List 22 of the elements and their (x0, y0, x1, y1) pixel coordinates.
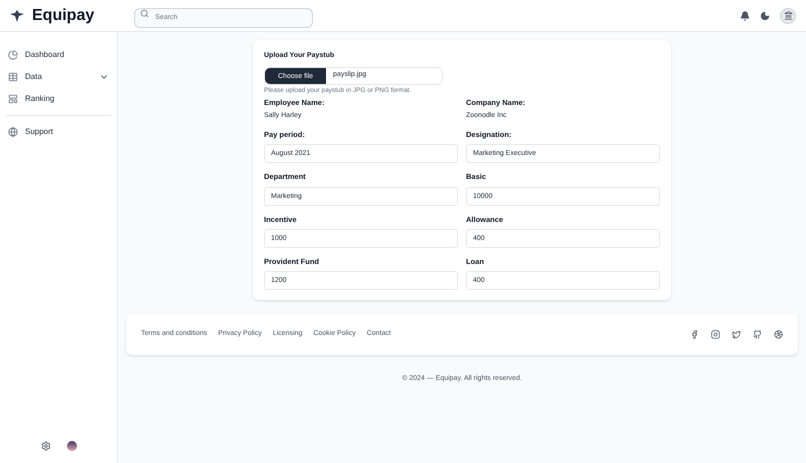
moon-icon[interactable] (760, 10, 770, 20)
avatar[interactable] (780, 8, 796, 24)
table-icon (8, 72, 18, 82)
search-icon (140, 8, 150, 18)
sidebar-item[interactable]: Data (6, 66, 111, 88)
globe-icon (8, 127, 18, 137)
bank-icon (784, 11, 792, 20)
dribbble-icon[interactable] (774, 330, 783, 339)
notification-icon[interactable] (740, 10, 750, 20)
github-icon[interactable] (753, 330, 762, 339)
pie-chart-icon (8, 50, 18, 60)
sidebar-item[interactable]: Dashboard (6, 44, 111, 66)
logo-icon (10, 10, 24, 22)
layout-icon (8, 94, 18, 104)
flag-icon[interactable] (66, 441, 76, 451)
brand-name: Equipay (32, 6, 94, 26)
settings-icon[interactable] (40, 441, 50, 451)
sidebar-item[interactable]: Support (6, 121, 111, 143)
sidebar-item[interactable]: Ranking (6, 88, 111, 110)
twitter-icon[interactable] (732, 330, 741, 339)
instagram-icon[interactable] (711, 330, 720, 339)
facebook-icon[interactable] (690, 330, 699, 339)
